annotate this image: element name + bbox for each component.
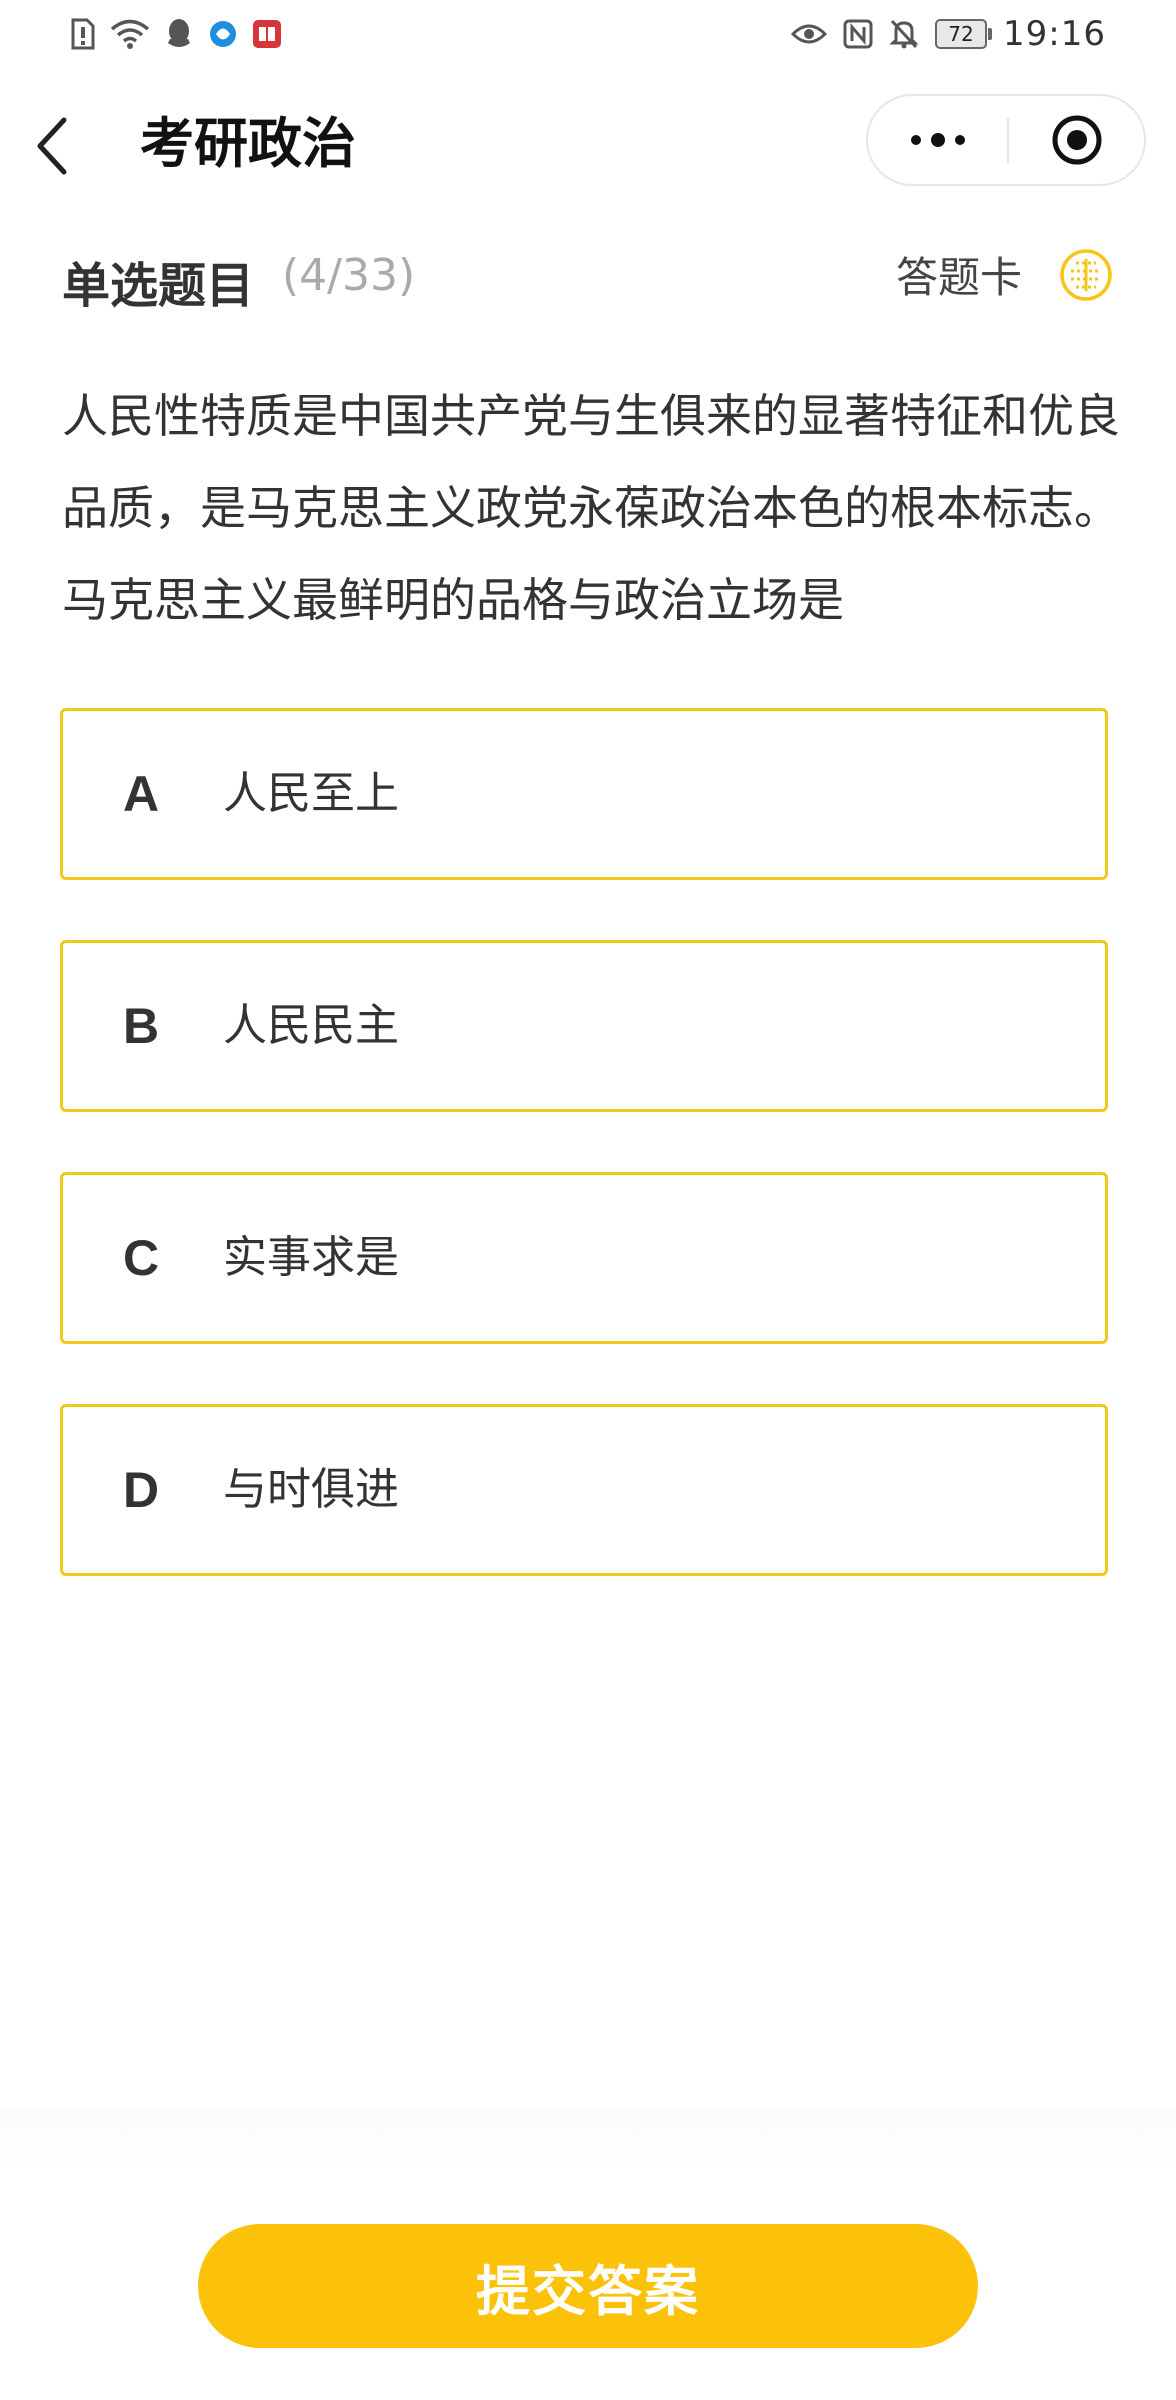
battery-indicator: 72 — [935, 19, 993, 49]
answer-card-button[interactable]: 答题卡 — [896, 244, 1114, 305]
option-letter: D — [123, 1462, 160, 1518]
sim-alert-icon — [70, 14, 96, 54]
nfc-icon — [843, 14, 873, 54]
more-button[interactable] — [868, 96, 1007, 184]
option-letter: A — [123, 766, 160, 822]
mute-icon — [889, 14, 919, 54]
page-title: 考研政治 — [140, 112, 356, 175]
option-text: 人民至上 — [223, 768, 399, 819]
more-dots-icon — [910, 133, 965, 147]
chevron-left-icon — [37, 117, 67, 175]
status-bar-right: 72 19:16 — [791, 14, 1106, 54]
mini-program-capsule — [866, 94, 1146, 186]
question-type: 单选题目 — [62, 258, 255, 314]
answer-card-icon — [1060, 248, 1112, 301]
nav-bar: 考研政治 — [0, 72, 1176, 212]
option-text: 与时俱进 — [223, 1464, 399, 1515]
option-letter: C — [123, 1230, 160, 1286]
browser-icon — [208, 14, 238, 54]
bottom-bar: 提交答案 — [0, 2110, 1176, 2400]
close-mini-program-button[interactable] — [1009, 96, 1144, 184]
question-stem: 人民性特质是中国共产党与生俱来的显著特征和优良品质，是马克思主义政党永葆政治本色… — [62, 389, 1120, 627]
option-letter: B — [123, 998, 160, 1054]
question-header: 单选题目 (4/33) 答题卡 — [62, 240, 1114, 320]
back-button[interactable] — [20, 108, 84, 184]
options-list: A 人民至上 B 人民民主 C 实事求是 D 与时俱进 — [60, 708, 1108, 1636]
book-app-icon — [252, 14, 282, 54]
wifi-icon — [110, 14, 150, 54]
eye-icon — [791, 14, 828, 54]
option-d[interactable]: D 与时俱进 — [60, 1404, 1108, 1576]
answer-card-label: 答题卡 — [895, 253, 1022, 302]
option-c[interactable]: C 实事求是 — [60, 1172, 1108, 1344]
option-text: 人民民主 — [223, 1000, 399, 1051]
option-a[interactable]: A 人民至上 — [60, 708, 1108, 880]
option-b[interactable]: B 人民民主 — [60, 940, 1108, 1112]
option-text: 实事求是 — [223, 1232, 399, 1283]
qq-icon — [164, 14, 194, 54]
target-close-icon — [1052, 115, 1101, 165]
submit-answer-button[interactable]: 提交答案 — [198, 2224, 978, 2348]
question-progress: (4/33) — [282, 250, 416, 301]
status-bar-left — [70, 14, 282, 54]
status-time: 19:16 — [1003, 14, 1106, 54]
status-bar: 72 19:16 — [0, 0, 1176, 72]
